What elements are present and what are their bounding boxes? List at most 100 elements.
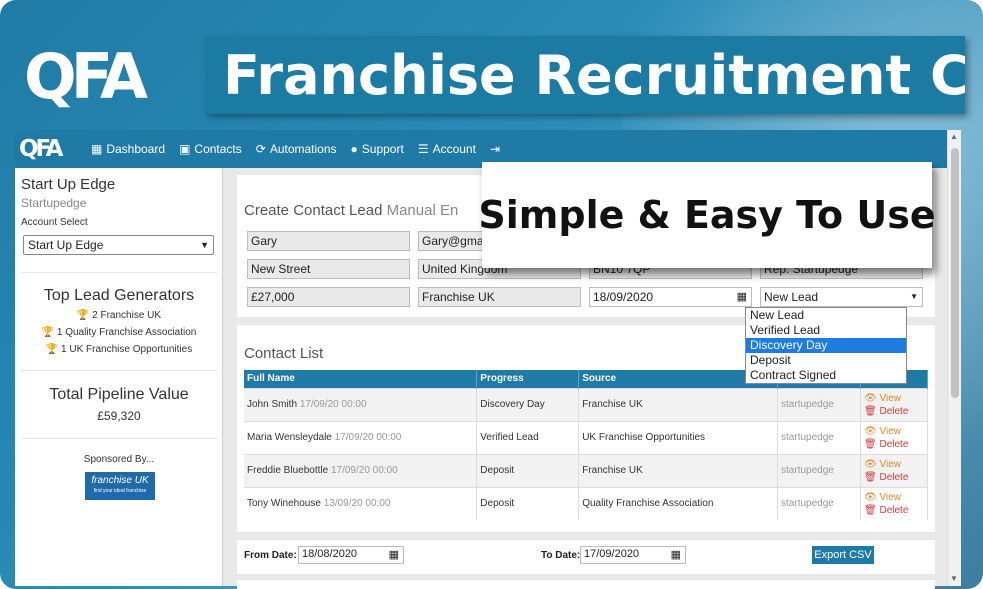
- eye-icon: 👁: [864, 425, 877, 437]
- status-option[interactable]: Contract Signed: [746, 368, 906, 383]
- divider: [21, 272, 217, 273]
- contact-time: 17/09/20 00:00: [334, 432, 402, 443]
- banner-title: Franchise Recruitment CRM: [205, 36, 965, 114]
- cell-source: Quality Franchise Association: [578, 486, 779, 520]
- top-lead-title: Top Lead Generators: [43, 287, 195, 304]
- table-row[interactable]: Tony Winehouse 13/09/20 00:00 Deposit Qu…: [244, 486, 928, 520]
- status-option[interactable]: New Lead: [746, 308, 906, 323]
- account-select[interactable]: Start Up Edge ▼: [23, 235, 214, 255]
- sponsor-tagline: find your ideal franchise: [93, 488, 147, 494]
- view-button[interactable]: 👁 View: [864, 458, 924, 471]
- cell-action: 👁 View 🗑 Delete: [860, 420, 928, 454]
- export-csv-button[interactable]: Export CSV: [812, 546, 874, 564]
- date-input[interactable]: 18/09/2020 ▦: [589, 287, 752, 307]
- cell-rep: startupedge: [777, 486, 861, 520]
- scroll-down-icon[interactable]: ▼: [950, 574, 958, 583]
- nav-contacts[interactable]: ▣ Contacts: [179, 142, 242, 156]
- account-name: Start Up Edge: [21, 176, 116, 193]
- trophy-bronze-icon: 🏆: [45, 344, 59, 355]
- to-date-input[interactable]: 17/09/2020 ▦: [580, 546, 686, 564]
- cell-source: UK Franchise Opportunities: [578, 420, 779, 454]
- contact-card-icon: ▣: [179, 142, 191, 156]
- cell-name: Maria Wensleydale 17/09/20 00:00: [244, 420, 478, 454]
- delete-label: Delete: [879, 438, 909, 450]
- first-name-input[interactable]: Gary: [247, 231, 410, 251]
- top-lead-label: 1 Quality Franchise Association: [56, 327, 197, 338]
- top-lead-item: 🏆 1 Quality Franchise Association: [15, 327, 223, 338]
- contact-name: Maria Wensleydale: [247, 432, 332, 443]
- status-value: New Lead: [764, 290, 819, 304]
- sliders-icon: ☰: [417, 142, 429, 156]
- status-dropdown[interactable]: New Lead Verified Lead Discovery Day Dep…: [745, 307, 907, 384]
- calendar-icon[interactable]: ▦: [737, 290, 747, 303]
- col-progress[interactable]: Progress: [476, 370, 580, 388]
- from-date-input[interactable]: 18/08/2020 ▦: [298, 546, 404, 564]
- sponsored-by: Sponsored By...: [83, 454, 155, 465]
- view-label: View: [879, 491, 901, 503]
- sponsor-logo[interactable]: franchise UK find your ideal franchise: [85, 472, 155, 500]
- contact-time: 17/09/20 00:00: [330, 465, 398, 476]
- contact-time: 13/09/20 00:00: [323, 498, 391, 510]
- footer-panel: [237, 580, 935, 589]
- view-button[interactable]: 👁 View: [864, 392, 924, 405]
- refresh-icon: ⟳: [255, 142, 266, 156]
- trash-icon: 🗑: [864, 405, 877, 417]
- overlay-callout: Simple & Easy To Use: [478, 162, 936, 268]
- cell-progress: Deposit: [476, 453, 580, 487]
- top-lead-item: 🏆 2 Franchise UK: [15, 310, 223, 321]
- delete-button[interactable]: 🗑 Delete: [864, 405, 924, 418]
- view-label: View: [879, 458, 901, 470]
- status-option-highlighted[interactable]: Discovery Day: [746, 338, 906, 353]
- delete-button[interactable]: 🗑 Delete: [864, 471, 924, 484]
- col-full-name[interactable]: Full Name: [244, 370, 478, 388]
- source-input[interactable]: Franchise UK: [418, 287, 581, 307]
- status-option[interactable]: Deposit: [746, 353, 906, 368]
- table-icon: ▦: [91, 142, 103, 156]
- create-title-main: Create Contact Lead: [244, 202, 383, 219]
- table-row[interactable]: Freddie Bluebottle 17/09/20 00:00 Deposi…: [244, 453, 928, 487]
- trophy-silver-icon: 🏆: [41, 327, 55, 338]
- contact-name: Tony Winehouse: [247, 498, 321, 510]
- delete-button[interactable]: 🗑 Delete: [864, 438, 924, 451]
- status-select[interactable]: New Lead ▼: [760, 287, 923, 307]
- nav-logo[interactable]: QFA: [15, 136, 77, 162]
- nav-dashboard-label: Dashboard: [106, 142, 166, 156]
- cell-name: Freddie Bluebottle 17/09/20 00:00: [244, 453, 478, 487]
- cell-rep: startupedge: [777, 453, 861, 487]
- table-row[interactable]: John Smith 17/09/20 00:00 Discovery Day …: [244, 387, 928, 421]
- sidebar: Start Up Edge Startupedge Account Select…: [15, 168, 223, 586]
- value-input[interactable]: £27,000: [247, 287, 410, 307]
- view-button[interactable]: 👁 View: [864, 425, 924, 438]
- status-option[interactable]: Verified Lead: [746, 323, 906, 338]
- pipeline-title: Total Pipeline Value: [49, 386, 189, 403]
- cell-source: Franchise UK: [578, 387, 779, 421]
- cell-name: Tony Winehouse 13/09/20 00:00: [244, 486, 478, 520]
- street-input[interactable]: New Street: [247, 259, 410, 279]
- create-contact-title: Create Contact Lead Manual En: [244, 202, 458, 219]
- nav-automations[interactable]: ⟳ Automations: [256, 142, 337, 156]
- nav-account[interactable]: ☰ Account: [418, 142, 476, 156]
- view-button[interactable]: 👁 View: [864, 491, 924, 504]
- scroll-up-icon[interactable]: ▲: [950, 132, 958, 141]
- eye-icon: 👁: [864, 491, 877, 503]
- top-lead-label: 2 Franchise UK: [92, 310, 162, 321]
- cell-rep: startupedge: [777, 387, 861, 421]
- delete-button[interactable]: 🗑 Delete: [864, 504, 924, 517]
- table-row[interactable]: Maria Wensleydale 17/09/20 00:00 Verifie…: [244, 420, 928, 454]
- nav-account-label: Account: [432, 142, 476, 156]
- trash-icon: 🗑: [864, 471, 877, 483]
- delete-label: Delete: [879, 504, 909, 516]
- calendar-icon[interactable]: ▦: [389, 548, 399, 561]
- account-select-label: Account Select: [21, 217, 88, 228]
- scrollbar[interactable]: ▲ ▼: [947, 130, 961, 586]
- create-title-tab[interactable]: Manual En: [387, 202, 459, 219]
- cell-action: 👁 View 🗑 Delete: [860, 486, 928, 520]
- cell-action: 👁 View 🗑 Delete: [860, 387, 928, 421]
- nav-dashboard[interactable]: ▦ Dashboard: [91, 142, 165, 156]
- scroll-thumb[interactable]: [951, 148, 959, 398]
- trophy-gold-icon: 🏆: [76, 310, 90, 321]
- view-label: View: [879, 425, 901, 437]
- calendar-icon[interactable]: ▦: [671, 548, 681, 561]
- nav-logout[interactable]: ⇥: [490, 142, 504, 156]
- nav-support[interactable]: ● Support: [351, 142, 404, 156]
